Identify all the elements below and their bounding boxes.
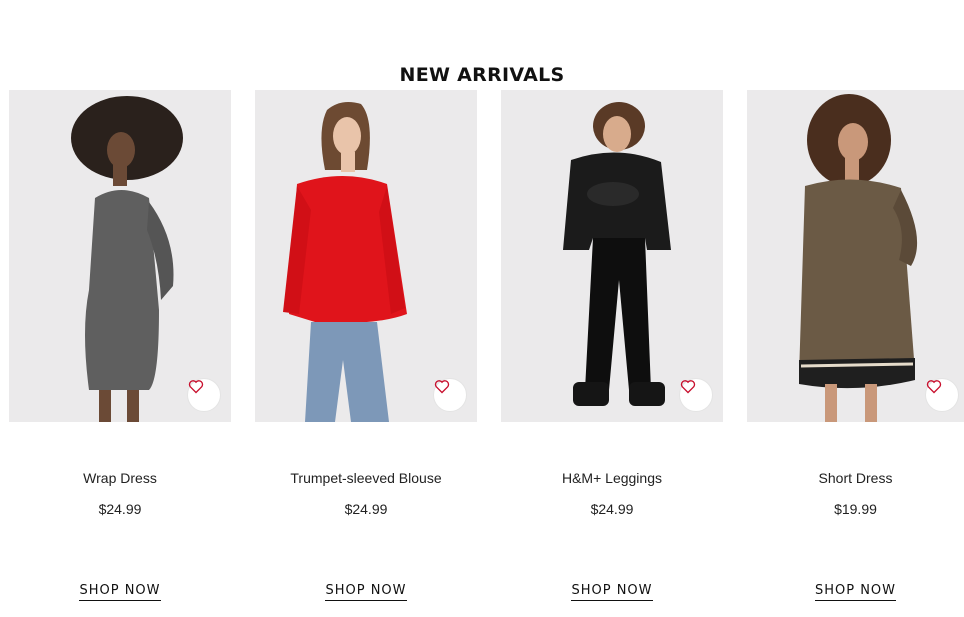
product-card: H&M+ Leggings $24.99 SHOP NOW xyxy=(501,90,723,610)
favorite-button[interactable] xyxy=(679,378,713,412)
shop-now-link[interactable]: SHOP NOW xyxy=(814,583,897,601)
product-image[interactable] xyxy=(9,90,231,422)
shop-now-link[interactable]: SHOP NOW xyxy=(79,583,161,601)
heart-outline-icon xyxy=(188,380,204,394)
product-card: Trumpet-sleeved Blouse $24.99 SHOP NOW xyxy=(255,90,477,610)
product-card: Short Dress $19.99 SHOP NOW xyxy=(747,90,964,610)
favorite-button[interactable] xyxy=(925,378,959,412)
product-image[interactable] xyxy=(255,90,477,422)
shop-now-link[interactable]: SHOP NOW xyxy=(325,583,407,601)
product-name[interactable]: H&M+ Leggings xyxy=(501,470,723,486)
heart-outline-icon xyxy=(434,380,450,394)
product-name[interactable]: Wrap Dress xyxy=(9,470,231,486)
product-name[interactable]: Short Dress xyxy=(747,470,964,486)
section-title: NEW ARRIVALS xyxy=(399,63,565,86)
shop-now-link[interactable]: SHOP NOW xyxy=(571,583,653,601)
product-card: Wrap Dress $24.99 SHOP NOW xyxy=(9,90,231,610)
product-image[interactable] xyxy=(747,90,964,422)
product-price: $24.99 xyxy=(98,501,142,517)
product-image[interactable] xyxy=(501,90,723,422)
product-name[interactable]: Trumpet-sleeved Blouse xyxy=(255,470,477,486)
heart-outline-icon xyxy=(680,380,696,394)
favorite-button[interactable] xyxy=(433,378,467,412)
product-price: $24.99 xyxy=(590,501,634,517)
favorite-button[interactable] xyxy=(187,378,221,412)
product-price: $19.99 xyxy=(834,501,877,517)
heart-outline-icon xyxy=(926,380,942,394)
product-price: $24.99 xyxy=(344,501,388,517)
